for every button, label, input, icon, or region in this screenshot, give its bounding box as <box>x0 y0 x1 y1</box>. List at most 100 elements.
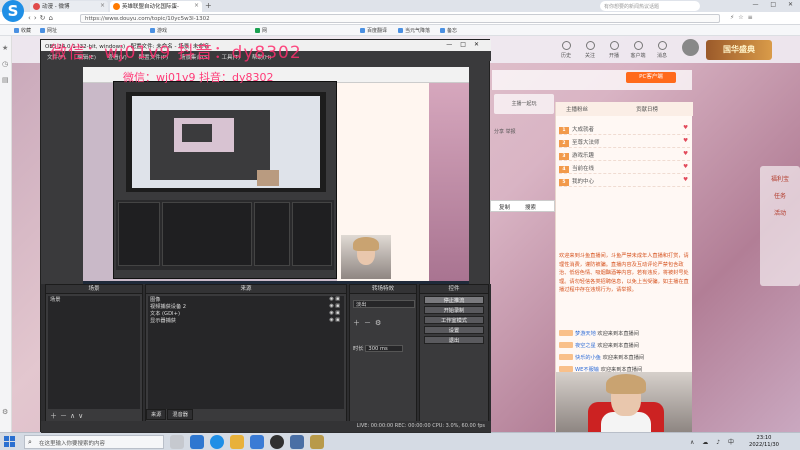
tab-douyu[interactable]: 英雄联盟自动化国际蛋- × <box>110 1 202 12</box>
eye-icon[interactable]: ◉ ▣ <box>329 296 340 302</box>
settings-icon[interactable]: ⚙ <box>2 408 8 416</box>
list-item[interactable]: 视频捕获设备 2 ◉ ▣ <box>148 303 344 310</box>
copy-option[interactable]: 复制 <box>499 203 510 211</box>
task-view-icon[interactable] <box>170 435 184 449</box>
refresh-icon[interactable]: ↻ <box>40 14 49 22</box>
edge-icon[interactable] <box>190 435 204 449</box>
studio-mode-button[interactable]: 工作室模式 <box>424 316 484 324</box>
eye-icon[interactable]: ◉ ▣ <box>329 317 340 323</box>
league-icon[interactable] <box>310 435 324 449</box>
window-controls[interactable]: — □ ✕ <box>752 1 798 8</box>
star-icon[interactable]: ☆ <box>738 14 747 21</box>
room-notice: 欢迎来到斗鱼直播间，斗鱼严禁未成年人直播和打赏，请理性消费，谨防被骗。直播内容及… <box>559 253 689 294</box>
settings-button[interactable]: 设置 <box>424 326 484 334</box>
obs-icon[interactable] <box>270 435 284 449</box>
transition-tools[interactable]: ＋－⚙ <box>353 318 415 328</box>
list-item[interactable]: 场景 <box>48 296 140 304</box>
tab-fans[interactable]: 主播粉丝 <box>566 105 588 113</box>
bookmark-icon <box>255 28 260 33</box>
close-tab-icon[interactable]: × <box>194 2 199 9</box>
bookmark-item[interactable]: 收藏 <box>14 27 31 34</box>
down-icon: ∨ <box>78 412 87 420</box>
close-tab-icon[interactable]: × <box>100 2 105 9</box>
nav-follow[interactable]: 关注 <box>580 41 600 59</box>
list-item[interactable]: 5 我的中心 ♥ <box>559 174 690 187</box>
search-option[interactable]: 搜索 <box>525 203 536 211</box>
menu-icon[interactable]: ≡ <box>748 14 757 21</box>
clock[interactable]: 23:10 2022/11/30 <box>744 435 784 449</box>
address-tools[interactable]: ⚡☆≡ <box>730 14 757 21</box>
eye-icon[interactable]: ◉ ▣ <box>329 303 340 309</box>
search-placeholder: 在这里输入你要搜索的内容 <box>39 441 106 447</box>
list-item[interactable]: 显示器捕获 ◉ ▣ <box>148 317 344 324</box>
new-tab-button[interactable]: + <box>205 1 212 10</box>
app-icon[interactable] <box>290 435 304 449</box>
list-item[interactable]: 2 至尊大法师 ♥ <box>559 135 690 148</box>
welfare-item[interactable]: 福利宝 <box>760 174 800 183</box>
tab-mixer[interactable]: 混音器 <box>167 409 193 420</box>
webcam-feed <box>556 372 692 432</box>
tab-search-input[interactable]: 有你想要的新闻热议话题 <box>600 1 700 11</box>
bookmark-item[interactable]: 备忘 <box>440 27 457 34</box>
lightning-icon[interactable]: ⚡ <box>730 14 738 21</box>
nested-obs <box>150 110 270 180</box>
bookmark-item[interactable]: 百度翻译 <box>360 27 387 34</box>
share-tools[interactable]: 分享 举报 <box>494 128 554 138</box>
transition-dock: 转场特效 淡出 ＋－⚙ 时长 300 ms <box>349 284 417 424</box>
stop-streaming-button[interactable]: 停止推流 <box>424 296 484 304</box>
add-icon: ＋ <box>50 412 60 420</box>
bookmark-icon <box>440 28 445 33</box>
windows-start-icon[interactable] <box>4 436 16 448</box>
browser-logo-icon[interactable]: S <box>2 0 24 22</box>
home-icon[interactable]: ⌂ <box>49 14 56 22</box>
download-icon <box>633 41 643 50</box>
obs-preview[interactable]: 微信：wj01v9 抖音：dy8302 <box>83 67 469 295</box>
tab-contribution[interactable]: 贡献日榜 <box>636 105 658 113</box>
dock-title: 来源 <box>146 285 346 294</box>
activity-item[interactable]: 活动 <box>760 208 800 217</box>
star-icon[interactable]: ★ <box>2 44 8 52</box>
exit-button[interactable]: 退出 <box>424 336 484 344</box>
duration-input[interactable]: 300 ms <box>365 345 404 352</box>
nav-history[interactable]: 历史 <box>556 41 576 59</box>
taskbar-search-input[interactable]: ⌕ 在这里输入你要搜索的内容 <box>24 435 164 449</box>
bookmark-item[interactable]: 当元气降落 <box>398 27 430 34</box>
follow-button[interactable]: 主播一起玩 <box>494 94 554 114</box>
obs-window-controls[interactable]: —□✕ <box>446 41 487 48</box>
app-icon[interactable] <box>250 435 264 449</box>
clock-icon[interactable]: ◷ <box>2 60 8 68</box>
pc-client-button[interactable]: PC客户端 <box>626 72 676 83</box>
heart-icon: ♥ <box>683 151 688 157</box>
nav-client[interactable]: 客户端 <box>628 41 648 59</box>
scene-tools[interactable]: ＋－∧∨ <box>50 411 86 421</box>
transition-select-row: 淡出 ＋－⚙ <box>353 297 415 328</box>
nav-start-live[interactable]: 开播 <box>604 41 624 59</box>
start-recording-button[interactable]: 开始录制 <box>424 306 484 314</box>
doc-icon[interactable]: ▤ <box>2 76 9 84</box>
task-item[interactable]: 任务 <box>760 191 800 200</box>
heart-icon: ♥ <box>683 177 688 183</box>
eye-icon[interactable]: ◉ ▣ <box>329 310 340 316</box>
dock-title: 转场特效 <box>350 285 416 294</box>
list-item[interactable]: 3 游戏乐趣 ♥ <box>559 148 690 161</box>
folder-icon[interactable] <box>230 435 244 449</box>
event-banner[interactable]: 国华盛典 <box>706 40 772 60</box>
bookmark-item[interactable]: 网址 <box>40 27 57 34</box>
rank-badge: 1 <box>559 127 569 134</box>
chat-tabs: 主播粉丝 贡献日榜 <box>556 102 693 116</box>
list-item[interactable]: 4 当前在线 ♥ <box>559 161 690 174</box>
transition-select[interactable]: 淡出 <box>353 300 415 308</box>
url-input[interactable]: https://www.douyu.com/topic/10yc5w3l-130… <box>80 14 720 23</box>
bookmark-item[interactable]: 网 <box>255 27 267 34</box>
bookmark-item[interactable]: 游戏 <box>150 27 167 34</box>
nav-messages[interactable]: 消息 <box>652 41 672 59</box>
list-item[interactable]: 1 大成就者 ♥ <box>559 122 690 135</box>
browser-app-icon[interactable] <box>210 435 224 449</box>
tab-weibo[interactable]: 动漫 - 微博 × <box>30 1 108 12</box>
system-tray[interactable]: ∧ ☁ ♪ 中 <box>690 437 737 446</box>
avatar[interactable] <box>682 39 699 56</box>
nav-buttons[interactable]: ‹›↻⌂ <box>28 14 56 22</box>
list-item[interactable]: 文本 (GDI+) ◉ ▣ <box>148 310 344 317</box>
tab-sources[interactable]: 来源 <box>146 409 167 420</box>
list-item[interactable]: 图像 ◉ ▣ <box>148 296 344 303</box>
